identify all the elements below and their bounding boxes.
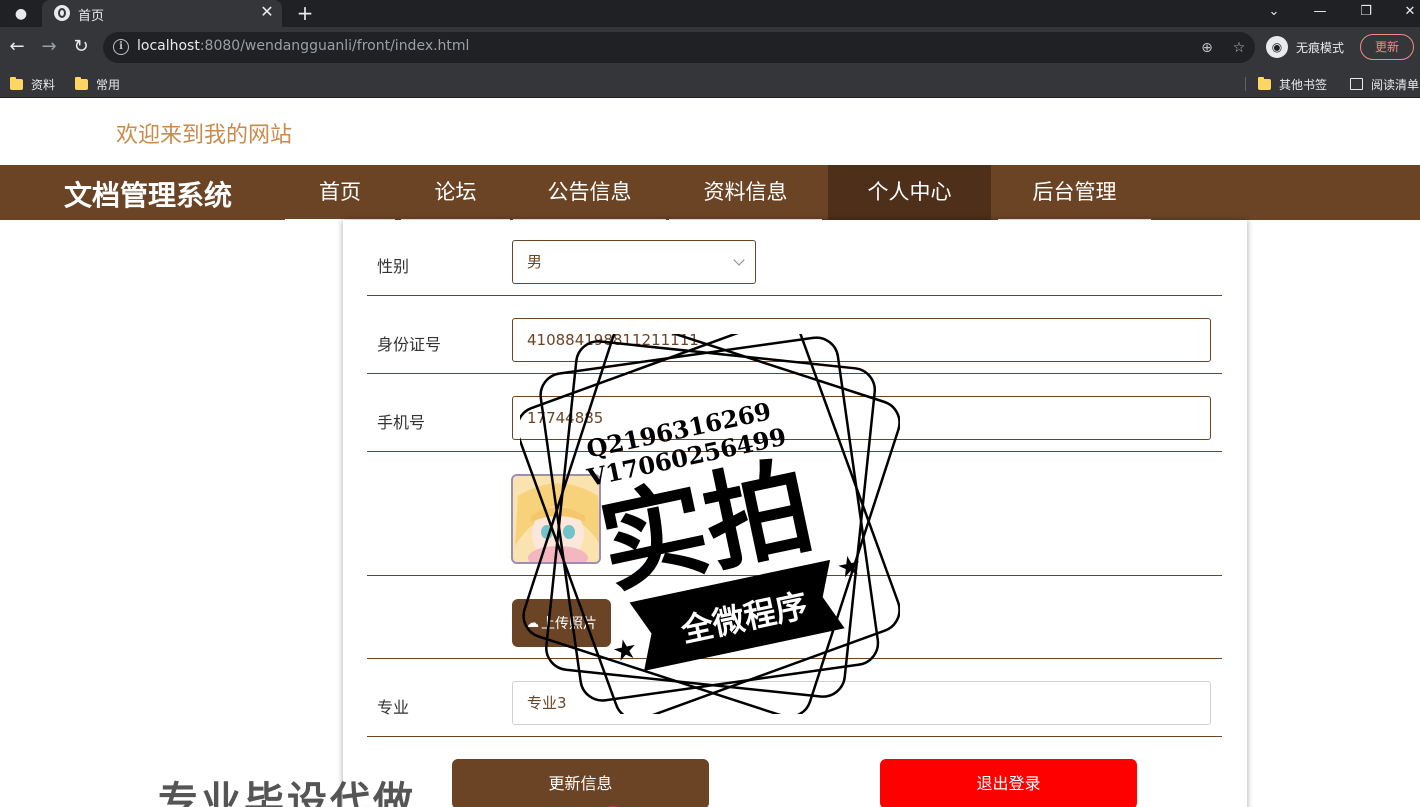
incognito-icon: ◉ (1266, 36, 1288, 58)
incognito-label: 无痕模式 (1296, 40, 1345, 55)
row-divider (367, 736, 1222, 737)
bookmarks-divider (1245, 77, 1246, 91)
gender-label: 性别 (377, 257, 410, 276)
bookmark-folder-other[interactable]: 其他书签 (1258, 74, 1327, 94)
forward-arrow-icon[interactable]: → (38, 36, 60, 58)
reload-icon[interactable]: ↻ (70, 36, 92, 58)
bookmark-label: 常用 (96, 77, 121, 92)
update-button[interactable]: 更新 (1360, 34, 1414, 60)
info-icon[interactable]: i (113, 39, 129, 55)
update-info-button[interactable]: 更新信息 (452, 759, 709, 807)
nav-announcements[interactable]: 公告信息 (513, 165, 666, 221)
chevron-down-icon[interactable]: ⌄ (1262, 2, 1286, 22)
site-brand: 文档管理系统 (64, 179, 233, 212)
logout-button[interactable]: 退出登录 (880, 759, 1137, 807)
row-divider (367, 295, 1222, 296)
star-icon[interactable]: ☆ (1229, 38, 1249, 58)
nav-home[interactable]: 首页 (285, 165, 395, 221)
incognito-indicator[interactable]: ◉ 无痕模式 (1266, 35, 1344, 59)
reading-list-icon (1350, 78, 1363, 90)
bookmark-label: 阅读清单 (1371, 77, 1420, 92)
new-tab-plus-icon[interactable]: + (294, 2, 316, 24)
bookmark-folder-ziliao[interactable]: 资料 (10, 74, 55, 94)
window-close-icon[interactable]: ✕ (1398, 2, 1420, 22)
globe-icon[interactable]: ● (12, 5, 30, 23)
zoom-icon[interactable]: ⊕ (1197, 38, 1217, 58)
folder-icon (1258, 76, 1271, 90)
nav-forum[interactable]: 论坛 (401, 165, 510, 221)
bookmarks-bar: 资料 常用 其他书签 阅读清单 (0, 69, 1420, 98)
bookmark-label: 资料 (31, 77, 56, 92)
chevron-down-icon (733, 254, 745, 266)
browser-tab-bar: ● 首页 ✕ + ⌄ — ❐ ✕ (0, 0, 1420, 27)
stamp-watermark: Q2196316269 V17060256499 实拍 全微程序 ★ ★ (520, 334, 900, 714)
browser-tab-active[interactable]: 首页 ✕ (42, 0, 282, 27)
globe-icon (54, 5, 70, 21)
id-number-label: 身份证号 (377, 335, 442, 354)
site-navbar: 文档管理系统 首页 论坛 公告信息 资料信息 个人中心 后台管理 (0, 165, 1420, 221)
bottom-watermark: 专业毕设代做 (158, 779, 416, 807)
restore-icon[interactable]: ❐ (1354, 2, 1378, 22)
bookmark-folder-changyong[interactable]: 常用 (75, 74, 120, 94)
star-icon: ★ (609, 631, 640, 668)
url-text[interactable]: localhost:8080/wendangguanli/front/index… (137, 38, 469, 54)
reading-list[interactable]: 阅读清单 (1350, 74, 1419, 94)
gender-select[interactable]: 男 (512, 240, 756, 284)
major-label: 专业 (377, 698, 410, 717)
folder-icon (75, 76, 88, 90)
browser-toolbar: ← → ↻ i localhost:8080/wendangguanli/fro… (0, 27, 1420, 69)
bookmark-label: 其他书签 (1279, 77, 1328, 92)
minimize-icon[interactable]: — (1308, 2, 1332, 22)
close-icon[interactable]: ✕ (258, 3, 276, 21)
star-icon: ★ (834, 548, 865, 585)
tab-title: 首页 (78, 9, 105, 24)
gender-value: 男 (527, 253, 543, 271)
web-page: 欢迎来到我的网站 文档管理系统 首页 论坛 公告信息 资料信息 个人中心 后台管… (0, 99, 1420, 807)
address-bar[interactable]: i localhost:8080/wendangguanli/front/ind… (103, 32, 1255, 63)
folder-icon (10, 76, 23, 90)
phone-label: 手机号 (377, 413, 426, 432)
nav-personal-center[interactable]: 个人中心 (828, 165, 991, 220)
welcome-text: 欢迎来到我的网站 (116, 123, 293, 148)
back-arrow-icon[interactable]: ← (6, 36, 28, 58)
nav-admin[interactable]: 后台管理 (998, 165, 1151, 221)
nav-materials[interactable]: 资料信息 (669, 165, 822, 221)
